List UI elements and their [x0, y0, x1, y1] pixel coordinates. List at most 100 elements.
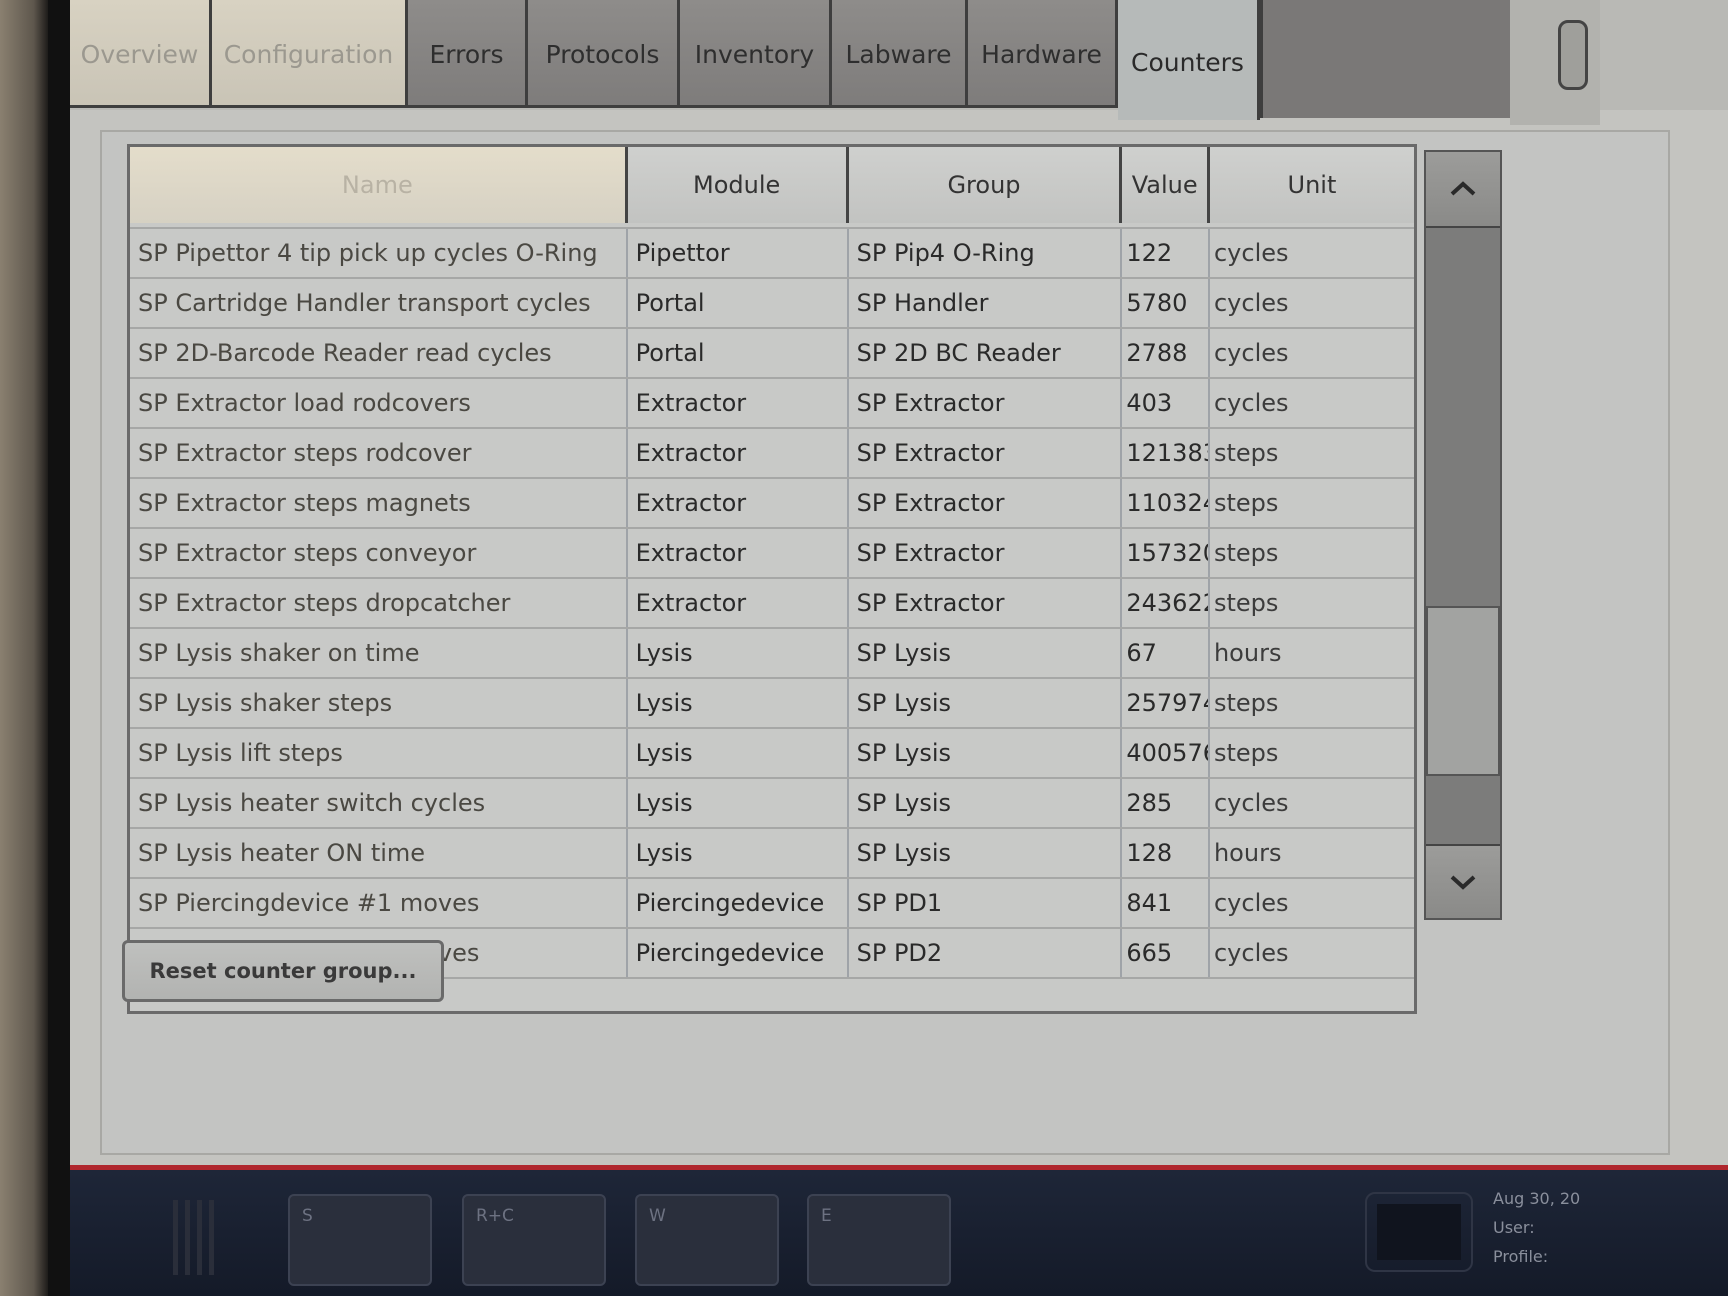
tab-label: Inventory	[694, 40, 815, 69]
tab-label: Configuration	[223, 40, 394, 69]
table-row[interactable]: SP 2D-Barcode Reader read cycles Portal SP…	[130, 329, 1414, 379]
table-row[interactable]: SP Extractor steps conveyor Extractor SP E…	[130, 529, 1414, 579]
status-tile-w[interactable]: W	[635, 1194, 779, 1286]
scroll-up-button[interactable]	[1426, 152, 1500, 228]
status-tile-s[interactable]: S	[288, 1194, 432, 1286]
cell-group: SP Extractor	[849, 529, 1123, 577]
table-row[interactable]: SP Lysis shaker on time Lysis SP Lysis 67 ho…	[130, 629, 1414, 679]
tab-overview[interactable]: Overview	[70, 0, 212, 108]
cell-module: Extractor	[628, 579, 849, 627]
table-row[interactable]: SP Lysis heater ON time Lysis SP Lysis 128 h…	[130, 829, 1414, 879]
tab-bar: Overview Configuration Errors Protocols …	[70, 0, 1728, 125]
cell-value: 841	[1122, 879, 1210, 927]
cell-group: SP Extractor	[849, 429, 1123, 477]
cell-unit: steps	[1213, 739, 1279, 767]
vertical-scrollbar[interactable]	[1424, 150, 1502, 920]
cell-value: 5780	[1122, 279, 1210, 327]
table-body: SP Pipettor 4 tip handling cyclesPipetto…	[130, 189, 1414, 979]
cell-unit: cycles	[1213, 789, 1289, 817]
tab-errors[interactable]: Errors	[408, 0, 528, 108]
cell-group: SP PD2	[849, 929, 1123, 977]
cell-module: Portal	[628, 329, 849, 377]
cell-group: SP Extractor	[849, 579, 1123, 627]
tab-counters[interactable]: Counters	[1118, 0, 1260, 120]
cell-group: SP Lysis	[849, 779, 1123, 827]
screen: Overview Configuration Errors Protocols …	[70, 0, 1728, 1296]
cell-name: SP Lysis heater switch cycles	[130, 779, 628, 827]
table-row[interactable]: SP Extractor steps magnets Extractor SP Ex…	[130, 479, 1414, 529]
tab-label: Errors	[429, 40, 504, 69]
cell-unit: steps	[1213, 589, 1279, 617]
cell-group: SP Extractor	[849, 379, 1123, 427]
scroll-thumb[interactable]	[1426, 605, 1500, 776]
table-row[interactable]: SP Extractor steps rodcover Extractor SP E…	[130, 429, 1414, 479]
cell-module: Piercingedevice	[628, 929, 849, 977]
cell-value: 243622	[1122, 579, 1210, 627]
cell-name: SP Extractor steps magnets	[130, 479, 628, 527]
cell-unit: steps	[1213, 539, 1279, 567]
cell-name: SP Extractor steps dropcatcher	[130, 579, 628, 627]
cell-group: SP Extractor	[849, 479, 1123, 527]
monitor-bezel-edge	[48, 0, 70, 1296]
cell-name: SP Piercingdevice #1 moves	[130, 879, 628, 927]
cell-value: 122	[1122, 229, 1210, 277]
cell-unit: cycles	[1213, 339, 1289, 367]
user-label: User:	[1493, 1218, 1535, 1237]
column-header-name[interactable]: Name	[130, 147, 628, 223]
session-info: Aug 30, 20 User: Profile:	[1493, 1184, 1580, 1271]
tab-inventory[interactable]: Inventory	[680, 0, 832, 108]
table-row[interactable]: SP Extractor steps dropcatcher Extractor S…	[130, 579, 1414, 629]
cell-name: SP Lysis lift steps	[130, 729, 628, 777]
counters-table: SP Pipettor 4 tip handling cyclesPipetto…	[127, 144, 1417, 1014]
cell-value: 285	[1122, 779, 1210, 827]
tab-configuration[interactable]: Configuration	[212, 0, 408, 108]
table-row[interactable]: SP Lysis heater switch cycles Lysis SP Lys…	[130, 779, 1414, 829]
cell-group: SP Lysis	[849, 829, 1123, 877]
cell-module: Lysis	[628, 729, 849, 777]
column-header-module[interactable]: Module	[627, 147, 849, 223]
cell-unit: cycles	[1213, 289, 1289, 317]
cell-unit: cycles	[1213, 389, 1289, 417]
status-tile-e[interactable]: E	[807, 1194, 951, 1286]
column-header-unit[interactable]: Unit	[1209, 147, 1414, 223]
table-row[interactable]: SP Piercingdevice #1 moves Piercingedevic…	[130, 879, 1414, 929]
column-header-value[interactable]: Value	[1122, 147, 1210, 223]
table-row[interactable]: SP Pipettor 4 tip pick up cycles O-Ring P…	[130, 229, 1414, 279]
cell-value: 257974	[1122, 679, 1210, 727]
table-row[interactable]: SP Lysis shaker steps Lysis SP Lysis 257974…	[130, 679, 1414, 729]
status-tile-rc[interactable]: R+C	[462, 1194, 606, 1286]
cell-unit: hours	[1213, 839, 1282, 867]
cell-group: SP Lysis	[849, 679, 1123, 727]
tab-label: Protocols	[545, 40, 660, 69]
corner-button[interactable]	[1558, 20, 1588, 90]
cell-unit: steps	[1213, 689, 1279, 717]
reset-counter-group-button[interactable]: Reset counter group...	[122, 940, 444, 1002]
cell-value: 110324	[1122, 479, 1210, 527]
cell-module: Extractor	[628, 429, 849, 477]
tab-labware[interactable]: Labware	[832, 0, 968, 108]
cell-value: 403	[1122, 379, 1210, 427]
cell-group: SP PD1	[849, 879, 1123, 927]
cell-group: SP Pip4 O-Ring	[849, 229, 1123, 277]
cell-module: Extractor	[628, 529, 849, 577]
cell-value: 400576	[1122, 729, 1210, 777]
cell-module: Lysis	[628, 629, 849, 677]
cell-module: Lysis	[628, 679, 849, 727]
table-row[interactable]: SP Lysis lift steps Lysis SP Lysis 400576st…	[130, 729, 1414, 779]
cell-unit: cycles	[1213, 239, 1289, 267]
table-row[interactable]: SP Extractor load rodcovers Extractor SP E…	[130, 379, 1414, 429]
cell-name: SP Lysis shaker on time	[130, 629, 628, 677]
chevron-down-icon	[1450, 875, 1476, 890]
table-row[interactable]: SP Cartridge Handler transport cycles Por…	[130, 279, 1414, 329]
cell-module: Extractor	[628, 379, 849, 427]
cell-value: 2788	[1122, 329, 1210, 377]
cell-unit: cycles	[1213, 889, 1289, 917]
tab-hardware[interactable]: Hardware	[968, 0, 1118, 108]
tab-protocols[interactable]: Protocols	[528, 0, 680, 108]
cell-module: Piercingedevice	[628, 879, 849, 927]
cell-module: Portal	[628, 279, 849, 327]
scroll-down-button[interactable]	[1426, 844, 1500, 918]
counters-panel: SP Pipettor 4 tip handling cyclesPipetto…	[100, 130, 1670, 1155]
menu-grip-icon[interactable]	[165, 1200, 235, 1275]
column-header-group[interactable]: Group	[848, 147, 1123, 223]
